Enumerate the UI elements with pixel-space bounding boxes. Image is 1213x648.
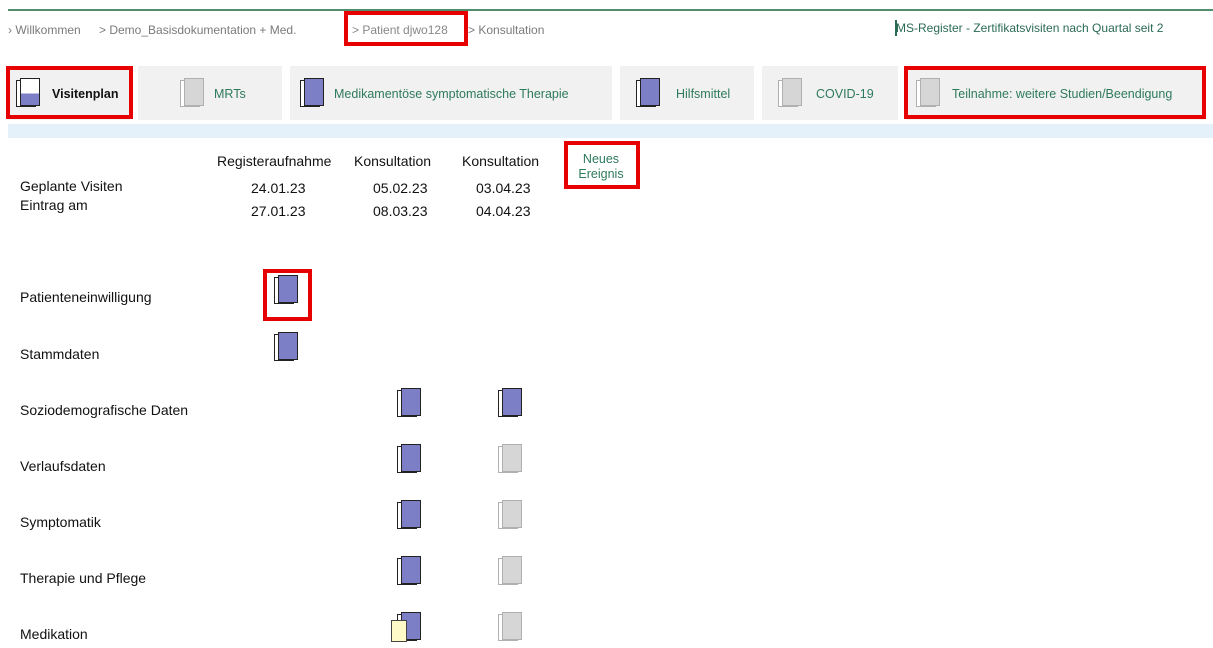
tab-medikamentoese-therapie[interactable]: Medikamentöse symptomatische Therapie: [290, 66, 612, 120]
tab-label: MRTs: [214, 87, 246, 101]
planned-date: 05.02.23: [373, 180, 428, 196]
breadcrumb-demo[interactable]: > Demo_Basisdokumentation + Med.: [99, 23, 296, 37]
form-book-icon[interactable]: [498, 444, 522, 474]
book-icon: [778, 78, 802, 108]
form-book-icon[interactable]: [498, 500, 522, 530]
top-accent-line: [8, 9, 1213, 11]
entry-date: 04.04.23: [476, 203, 531, 219]
form-book-icon[interactable]: [397, 556, 421, 586]
form-book-icon[interactable]: [397, 388, 421, 418]
entry-date: 08.03.23: [373, 203, 428, 219]
form-book-icon[interactable]: [498, 556, 522, 586]
form-book-icon[interactable]: [498, 612, 522, 642]
planned-visits-label: Geplante Visiten: [20, 178, 123, 194]
tab-mrts[interactable]: MRTs: [138, 66, 282, 120]
form-book-icon[interactable]: [498, 388, 522, 418]
tab-label: Medikamentöse symptomatische Therapie: [334, 87, 569, 101]
form-book-icon[interactable]: [397, 500, 421, 530]
form-label: Symptomatik: [20, 514, 101, 530]
tab-hilfsmittel[interactable]: Hilfsmittel: [620, 66, 754, 120]
highlight-box-consent: [263, 269, 312, 321]
form-label: Patienteneinwilligung: [20, 289, 152, 305]
book-icon: [180, 78, 204, 108]
highlight-box-teilnahme: [904, 66, 1206, 119]
form-book-icon[interactable]: [391, 612, 421, 642]
tab-subbar: [8, 124, 1213, 138]
entry-date: 27.01.23: [251, 203, 306, 219]
form-label: Medikation: [20, 626, 88, 642]
highlight-box-new-event: [564, 141, 640, 189]
top-navigation-bar: › Willkommen > Demo_Basisdokumentation +…: [0, 0, 1213, 46]
register-title-link[interactable]: MS-Register - Zertifikatsvisiten nach Qu…: [896, 21, 1163, 35]
highlight-box-visitenplan: [6, 66, 133, 119]
book-icon: [636, 78, 660, 108]
breadcrumb-willkommen[interactable]: › Willkommen: [8, 23, 81, 37]
tab-label: COVID-19: [816, 87, 874, 101]
tab-covid-19[interactable]: COVID-19: [762, 66, 898, 120]
form-book-icon[interactable]: [397, 444, 421, 474]
visit-column-title: Konsultation: [462, 153, 540, 169]
form-label: Therapie und Pflege: [20, 570, 147, 586]
visit-column-title: Konsultation: [354, 153, 432, 169]
form-label: Stammdaten: [20, 346, 100, 362]
book-icon: [300, 78, 324, 108]
form-label: Soziodemografische Daten: [20, 402, 189, 418]
tab-label: Hilfsmittel: [676, 87, 731, 101]
highlight-box-patient: [344, 11, 468, 46]
planned-date: 24.01.23: [251, 180, 306, 196]
entry-date-label: Eintrag am: [20, 197, 88, 213]
breadcrumb-konsultation[interactable]: > Konsultation: [468, 23, 544, 37]
planned-date: 03.04.23: [476, 180, 531, 196]
visit-column-title: Registeraufnahme: [217, 153, 332, 169]
form-label: Verlaufsdaten: [20, 458, 106, 474]
form-book-icon[interactable]: [274, 332, 298, 362]
